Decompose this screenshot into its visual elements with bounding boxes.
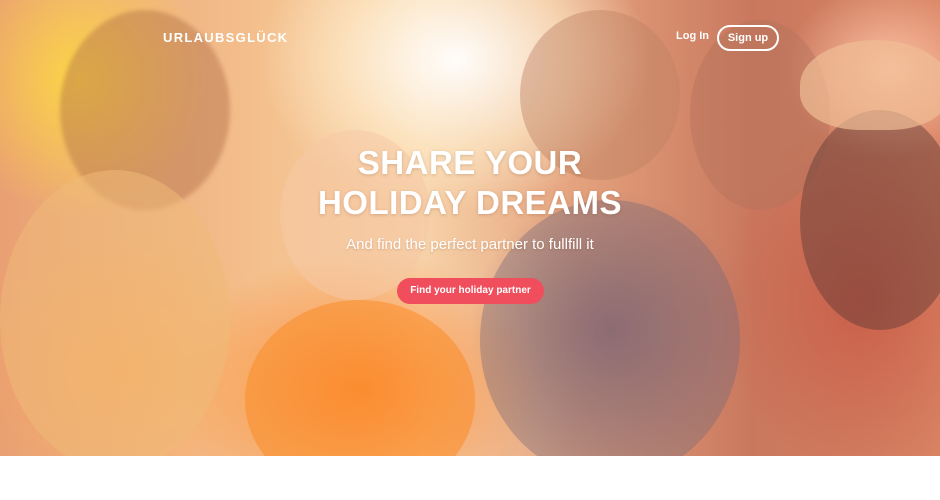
hero-headline: SHARE YOUR HOLIDAY DREAMS: [0, 143, 940, 223]
hero-headline-line-2: HOLIDAY DREAMS: [317, 184, 623, 221]
content-area: [0, 456, 940, 500]
hero-section: URLAUBSGLÜCK Log In Sign up SHARE YOUR H…: [0, 0, 940, 456]
hero-headline-line-1: SHARE YOUR: [357, 144, 583, 181]
signup-button[interactable]: Sign up: [717, 25, 779, 51]
hero-subline: And find the perfect partner to fullfill…: [346, 236, 594, 253]
login-link[interactable]: Log In: [676, 30, 709, 42]
top-navigation: URLAUBSGLÜCK Log In Sign up: [0, 0, 940, 76]
find-holiday-partner-button[interactable]: Find your holiday partner: [397, 278, 544, 304]
hero-photo-person-4: [245, 300, 475, 456]
site-logo[interactable]: URLAUBSGLÜCK: [163, 30, 288, 45]
